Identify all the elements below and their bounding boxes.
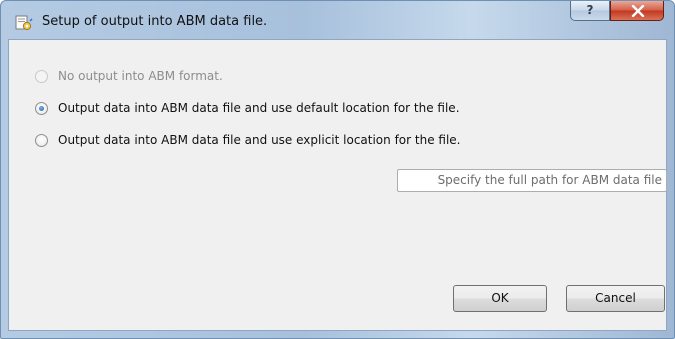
close-icon xyxy=(631,5,645,17)
radio-no-output[interactable]: No output into ABM format. xyxy=(35,67,223,85)
radio-label: Output data into ABM data file and use e… xyxy=(58,133,461,147)
close-button[interactable] xyxy=(610,1,664,21)
settings-document-icon xyxy=(15,15,33,31)
radio-label: Output data into ABM data file and use d… xyxy=(58,101,460,115)
ok-button[interactable]: OK xyxy=(453,285,547,312)
radio-default-location[interactable]: Output data into ABM data file and use d… xyxy=(35,99,460,117)
radio-button-unchecked[interactable] xyxy=(35,133,48,147)
window-title: Setup of output into ABM data file. xyxy=(42,14,268,29)
radio-selected-dot xyxy=(39,105,44,111)
cancel-button[interactable]: Cancel xyxy=(566,285,665,312)
file-path-field[interactable]: Specify the full path for ABM data file xyxy=(397,169,667,192)
radio-button-checked[interactable] xyxy=(35,101,48,115)
title-bar[interactable]: Setup of output into ABM data file. ? xyxy=(1,1,674,39)
help-button[interactable]: ? xyxy=(570,1,610,21)
radio-label: No output into ABM format. xyxy=(58,69,223,83)
dialog-content: No output into ABM format. Output data i… xyxy=(8,39,667,331)
radio-explicit-location[interactable]: Output data into ABM data file and use e… xyxy=(35,131,460,149)
radio-button-unchecked[interactable] xyxy=(35,69,48,83)
dialog-window: Setup of output into ABM data file. ? No… xyxy=(0,0,675,339)
